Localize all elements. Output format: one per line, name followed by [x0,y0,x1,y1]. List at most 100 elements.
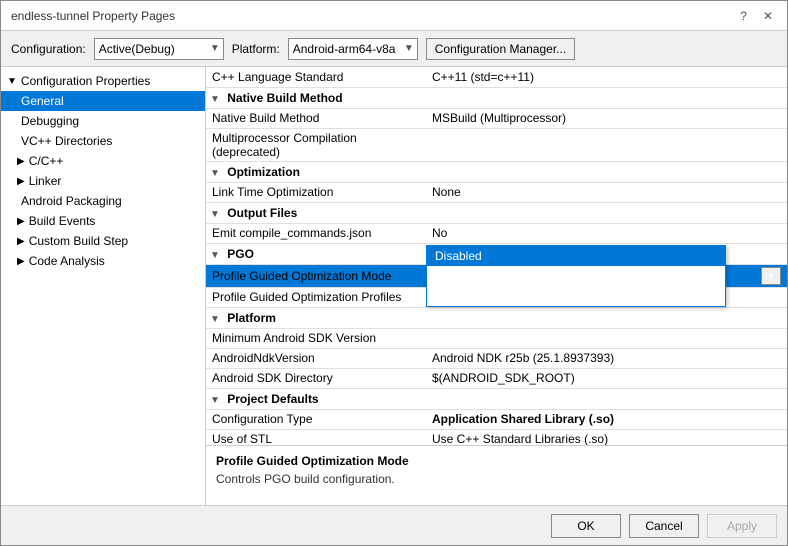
window-title: endless-tunnel Property Pages [11,9,175,23]
sidebar-root-item[interactable]: ▼ Configuration Properties [1,71,205,91]
dropdown-popup: Disabled Instrumented Optimized [426,245,726,307]
table-row[interactable]: Android SDK Directory $(ANDROID_SDK_ROOT… [206,368,787,388]
prop-name: Minimum Android SDK Version [206,328,426,348]
prop-value [426,128,787,161]
prop-table-container: C++ Language Standard C++11 (std=c++11) … [206,67,787,445]
main-content: ▼ Configuration Properties General Debug… [1,67,787,505]
table-row-pgo-mode[interactable]: Profile Guided Optimization Mode Disable… [206,264,787,287]
description-text: Controls PGO build configuration. [216,472,777,486]
section-header-output-files[interactable]: ▼ Output Files [206,202,787,223]
dropdown-button[interactable]: ▼ [761,267,781,285]
config-select[interactable]: Active(Debug) [94,38,224,60]
config-select-wrapper: Active(Debug) ▼ [94,38,224,60]
custom-build-arrow-icon: ▶ [17,236,25,247]
sidebar-item-code-analysis[interactable]: ▶ Code Analysis [1,251,205,271]
sidebar-item-build-events[interactable]: ▶ Build Events [1,211,205,231]
prop-value: No [426,223,787,243]
prop-value: MSBuild (Multiprocessor) [426,108,787,128]
sidebar-item-vc-directories[interactable]: VC++ Directories [1,131,205,151]
sidebar-item-cpp[interactable]: ▶ C/C++ [1,151,205,171]
dropdown-option-disabled[interactable]: Disabled [427,246,725,266]
prop-value: Use C++ Standard Libraries (.so) [426,429,787,445]
cancel-button[interactable]: Cancel [629,514,699,538]
section-header-project-defaults[interactable]: ▼ Project Defaults [206,388,787,409]
table-row[interactable]: Configuration Type Application Shared Li… [206,409,787,429]
config-manager-button[interactable]: Configuration Manager... [426,38,575,60]
dropdown-option-optimized[interactable]: Optimized [427,286,725,306]
sidebar-item-custom-build-label: Custom Build Step [29,234,128,248]
code-analysis-arrow-icon: ▶ [17,256,25,267]
title-bar: endless-tunnel Property Pages ? ✕ [1,1,787,31]
platform-select-wrapper: Android-arm64-v8a ▼ [288,38,418,60]
root-arrow-icon: ▼ [7,76,17,87]
section-label: PGO [227,247,254,261]
table-row[interactable]: C++ Language Standard C++11 (std=c++11) [206,67,787,87]
config-bar: Configuration: Active(Debug) ▼ Platform:… [1,31,787,67]
section-arrow-icon: ▼ [210,168,220,179]
section-title: ▼ Output Files [206,202,787,223]
prop-name: Profile Guided Optimization Profiles [206,287,426,307]
prop-name: Configuration Type [206,409,426,429]
section-arrow-icon: ▼ [210,94,220,105]
table-row[interactable]: Emit compile_commands.json No [206,223,787,243]
prop-name: Emit compile_commands.json [206,223,426,243]
section-title: ▼ Native Build Method [206,87,787,108]
sidebar-item-linker[interactable]: ▶ Linker [1,171,205,191]
sidebar-root-label: Configuration Properties [21,74,150,88]
prop-name: C++ Language Standard [206,67,426,87]
dropdown-option-instrumented[interactable]: Instrumented [427,266,725,286]
prop-value: Application Shared Library (.so) [426,409,787,429]
section-arrow-icon: ▼ [210,314,220,325]
ok-button[interactable]: OK [551,514,621,538]
section-arrow-icon: ▼ [210,395,220,406]
section-title: ▼ Optimization [206,161,787,182]
apply-button[interactable]: Apply [707,514,777,538]
config-label: Configuration: [11,42,86,56]
help-button[interactable]: ? [736,9,751,23]
prop-name: Multiprocessor Compilation (deprecated) [206,128,426,161]
prop-value: C++11 (std=c++11) [426,67,787,87]
prop-value: $(ANDROID_SDK_ROOT) [426,368,787,388]
table-row[interactable]: Link Time Optimization None [206,182,787,202]
prop-value: None [426,182,787,202]
sidebar-item-android-packaging[interactable]: Android Packaging [1,191,205,211]
properties-panel: C++ Language Standard C++11 (std=c++11) … [206,67,787,505]
prop-name: AndroidNdkVersion [206,348,426,368]
prop-table: C++ Language Standard C++11 (std=c++11) … [206,67,787,445]
close-button[interactable]: ✕ [759,9,777,23]
section-title: ▼ Project Defaults [206,388,787,409]
sidebar: ▼ Configuration Properties General Debug… [1,67,206,505]
description-panel: Profile Guided Optimization Mode Control… [206,445,787,505]
prop-name-pgo-mode: Profile Guided Optimization Mode [206,264,426,287]
prop-value-pgo-mode: Disabled ▼ Disabled Instrumented Optimiz… [426,264,787,287]
prop-value: Android NDK r25b (25.1.8937393) [426,348,787,368]
section-header-optimization[interactable]: ▼ Optimization [206,161,787,182]
table-row[interactable]: AndroidNdkVersion Android NDK r25b (25.1… [206,348,787,368]
section-label: Platform [227,311,276,325]
build-events-arrow-icon: ▶ [17,216,25,227]
sidebar-item-custom-build-step[interactable]: ▶ Custom Build Step [1,231,205,251]
platform-label: Platform: [232,42,280,56]
platform-select[interactable]: Android-arm64-v8a [288,38,418,60]
section-arrow-icon: ▼ [210,250,220,261]
section-arrow-icon: ▼ [210,209,220,220]
sidebar-item-linker-label: Linker [29,174,62,188]
prop-value [426,328,787,348]
linker-arrow-icon: ▶ [17,176,25,187]
section-header-native-build[interactable]: ▼ Native Build Method [206,87,787,108]
section-label: Output Files [227,206,297,220]
cpp-arrow-icon: ▶ [17,156,25,167]
sidebar-item-debugging[interactable]: Debugging [1,111,205,131]
sidebar-item-code-analysis-label: Code Analysis [29,254,105,268]
table-row[interactable]: Multiprocessor Compilation (deprecated) [206,128,787,161]
table-row[interactable]: Use of STL Use C++ Standard Libraries (.… [206,429,787,445]
table-row[interactable]: Native Build Method MSBuild (Multiproces… [206,108,787,128]
prop-name: Use of STL [206,429,426,445]
sidebar-item-general[interactable]: General [1,91,205,111]
section-header-platform[interactable]: ▼ Platform [206,307,787,328]
section-title: ▼ Platform [206,307,787,328]
section-label: Optimization [227,165,300,179]
prop-name: Native Build Method [206,108,426,128]
table-row[interactable]: Minimum Android SDK Version [206,328,787,348]
title-bar-controls: ? ✕ [736,9,777,23]
